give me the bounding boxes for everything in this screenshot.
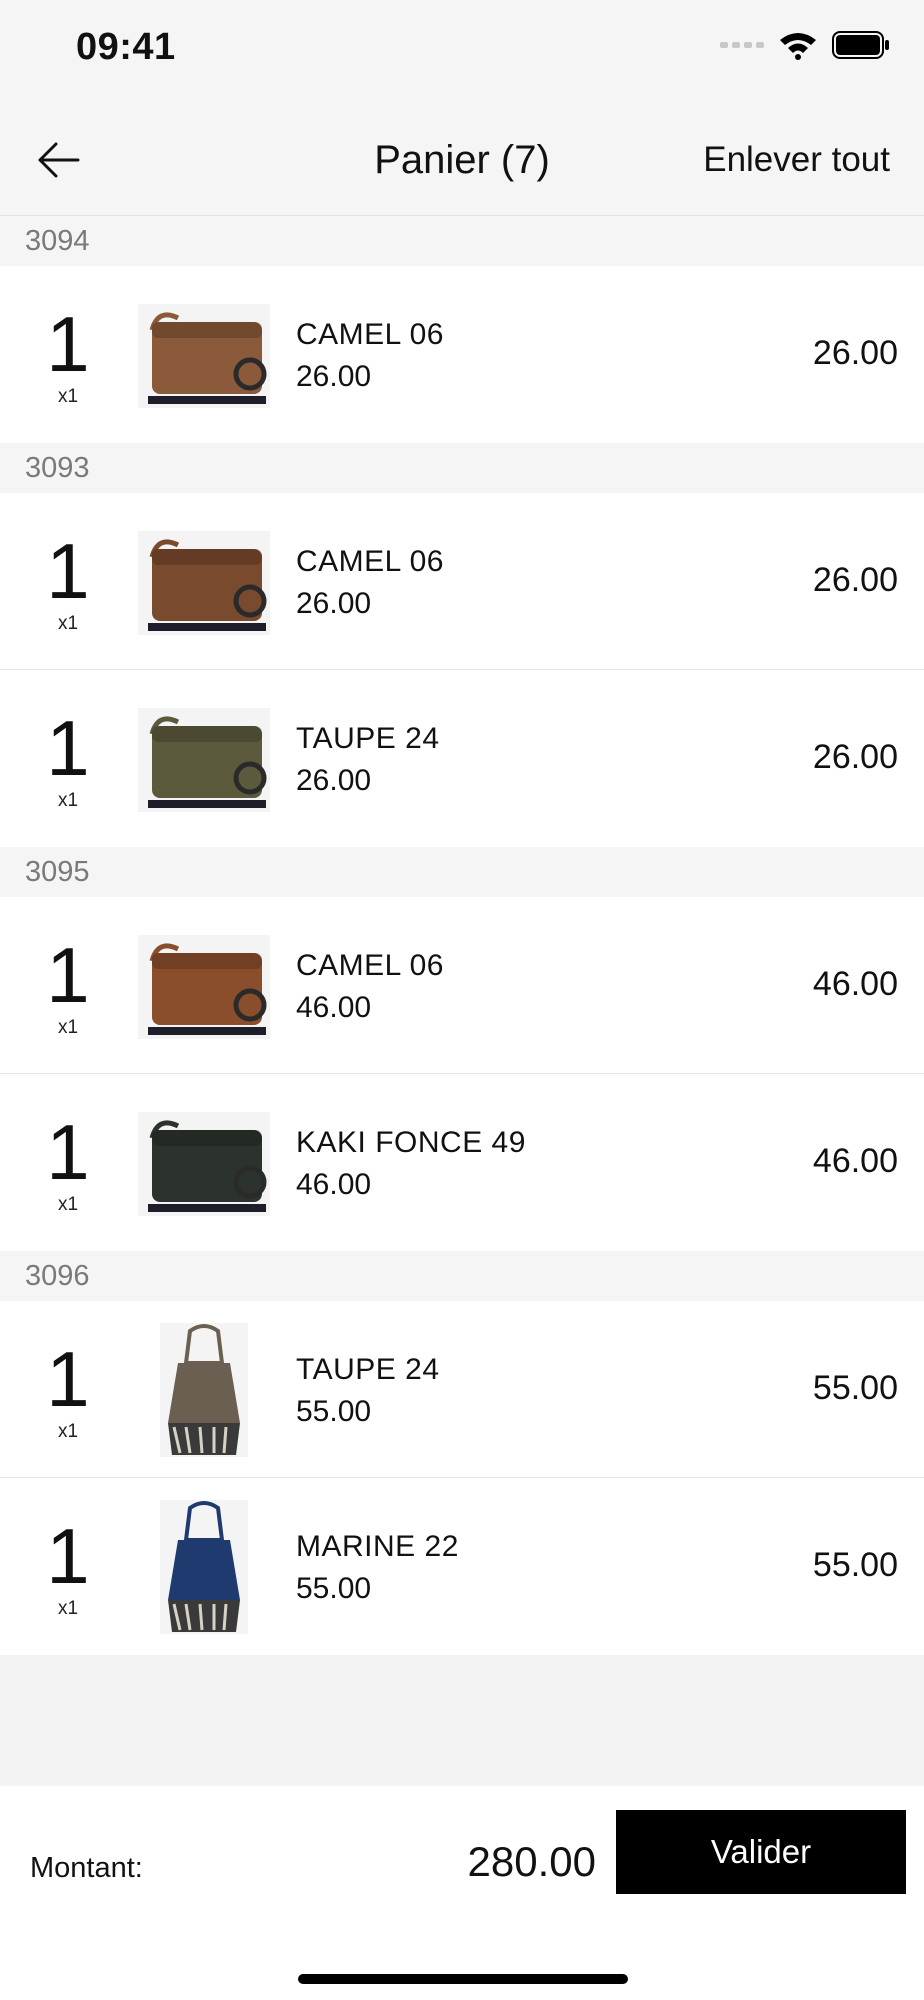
cart-list: 3094 1 x1 CAMEL 06 26.00 26.00 3093 1 x1 CAMEL 06… xyxy=(0,216,924,1655)
quantity: 1 x1 xyxy=(42,531,94,635)
quantity-multiplier: x1 xyxy=(57,613,79,634)
quantity-number: 1 xyxy=(46,300,90,388)
status-icons xyxy=(720,30,890,60)
line-total: 46.00 xyxy=(812,1142,898,1180)
quantity: 1 x1 xyxy=(42,1516,94,1620)
product-name: KAKI FONCE 49 xyxy=(296,1126,526,1159)
cart-item[interactable]: 1 x1 CAMEL 06 46.00 46.00 xyxy=(0,897,924,1074)
unit-price: 46.00 xyxy=(296,991,372,1024)
quantity: 1 x1 xyxy=(42,1112,94,1216)
product-image xyxy=(138,531,270,635)
quantity-multiplier: x1 xyxy=(57,1598,79,1619)
unit-price: 55.00 xyxy=(296,1395,372,1428)
product-image-graphic xyxy=(160,1323,248,1457)
quantity: 1 x1 xyxy=(42,1339,94,1443)
product-name: MARINE 22 xyxy=(296,1530,459,1563)
cart-item[interactable]: 1 x1 KAKI FONCE 49 46.00 46.00 xyxy=(0,1074,924,1251)
product-name: TAUPE 24 xyxy=(296,722,440,755)
quantity-multiplier: x1 xyxy=(57,1017,79,1038)
line-total: 46.00 xyxy=(812,965,898,1003)
quantity: 1 x1 xyxy=(42,304,94,408)
product-image-graphic xyxy=(138,935,270,1039)
quantity-multiplier: x1 xyxy=(57,1194,79,1215)
home-indicator xyxy=(298,1974,628,1984)
status-bar: 09:41 xyxy=(0,0,924,100)
product-image xyxy=(160,1500,248,1634)
product-image-graphic xyxy=(138,708,270,812)
quantity-number: 1 xyxy=(46,527,90,615)
quantity-number: 1 xyxy=(46,931,90,1019)
battery-icon xyxy=(832,31,889,59)
quantity-number: 1 xyxy=(46,704,90,792)
product-name: CAMEL 06 xyxy=(296,949,444,982)
unit-price: 26.00 xyxy=(296,587,372,620)
product-image xyxy=(138,304,270,408)
product-image-graphic xyxy=(160,1500,248,1634)
line-total: 26.00 xyxy=(812,561,898,599)
quantity-number: 1 xyxy=(46,1108,90,1196)
wifi-icon xyxy=(780,33,816,60)
status-time: 09:41 xyxy=(76,26,176,68)
quantity: 1 x1 xyxy=(42,708,94,812)
line-total: 26.00 xyxy=(812,334,898,372)
signal-icon xyxy=(720,42,764,48)
unit-price: 26.00 xyxy=(296,764,372,797)
amount-value: 280.00 xyxy=(467,1838,596,1885)
product-name: TAUPE 24 xyxy=(296,1353,440,1386)
quantity-multiplier: x1 xyxy=(57,386,79,407)
order-group-header: 3095 xyxy=(0,847,924,897)
quantity-multiplier: x1 xyxy=(57,790,79,811)
unit-price: 46.00 xyxy=(296,1168,372,1201)
cart-item[interactable]: 1 x1 MARINE 22 55.00 55.00 xyxy=(0,1478,924,1655)
clear-all-button[interactable]: Enlever tout xyxy=(703,140,890,180)
product-name: CAMEL 06 xyxy=(296,318,444,351)
nav-bar: Panier (7) Enlever tout xyxy=(0,100,924,216)
line-total: 55.00 xyxy=(812,1546,898,1584)
checkout-footer: Montant: 280.00 Valider xyxy=(0,1786,924,2000)
quantity: 1 x1 xyxy=(42,935,94,1039)
quantity-number: 1 xyxy=(46,1335,90,1423)
order-group-header: 3094 xyxy=(0,216,924,266)
product-image-graphic xyxy=(138,304,270,408)
product-image xyxy=(138,708,270,812)
unit-price: 26.00 xyxy=(296,360,372,393)
line-total: 55.00 xyxy=(812,1369,898,1407)
order-group-header: 3096 xyxy=(0,1251,924,1301)
validate-button[interactable]: Valider xyxy=(616,1810,906,1894)
product-name: CAMEL 06 xyxy=(296,545,444,578)
amount-label: Montant: xyxy=(30,1852,143,1884)
product-image-graphic xyxy=(138,531,270,635)
unit-price: 55.00 xyxy=(296,1572,372,1605)
cart-item[interactable]: 1 x1 CAMEL 06 26.00 26.00 xyxy=(0,493,924,670)
quantity-multiplier: x1 xyxy=(57,1421,79,1442)
product-image-graphic xyxy=(138,1112,270,1216)
cart-item[interactable]: 1 x1 TAUPE 24 55.00 55.00 xyxy=(0,1301,924,1478)
product-image xyxy=(160,1323,248,1457)
line-total: 26.00 xyxy=(812,738,898,776)
quantity-number: 1 xyxy=(46,1512,90,1600)
cart-item[interactable]: 1 x1 CAMEL 06 26.00 26.00 xyxy=(0,266,924,443)
order-group-header: 3093 xyxy=(0,443,924,493)
cart-item[interactable]: 1 x1 TAUPE 24 26.00 26.00 xyxy=(0,670,924,847)
product-image xyxy=(138,1112,270,1216)
product-image xyxy=(138,935,270,1039)
